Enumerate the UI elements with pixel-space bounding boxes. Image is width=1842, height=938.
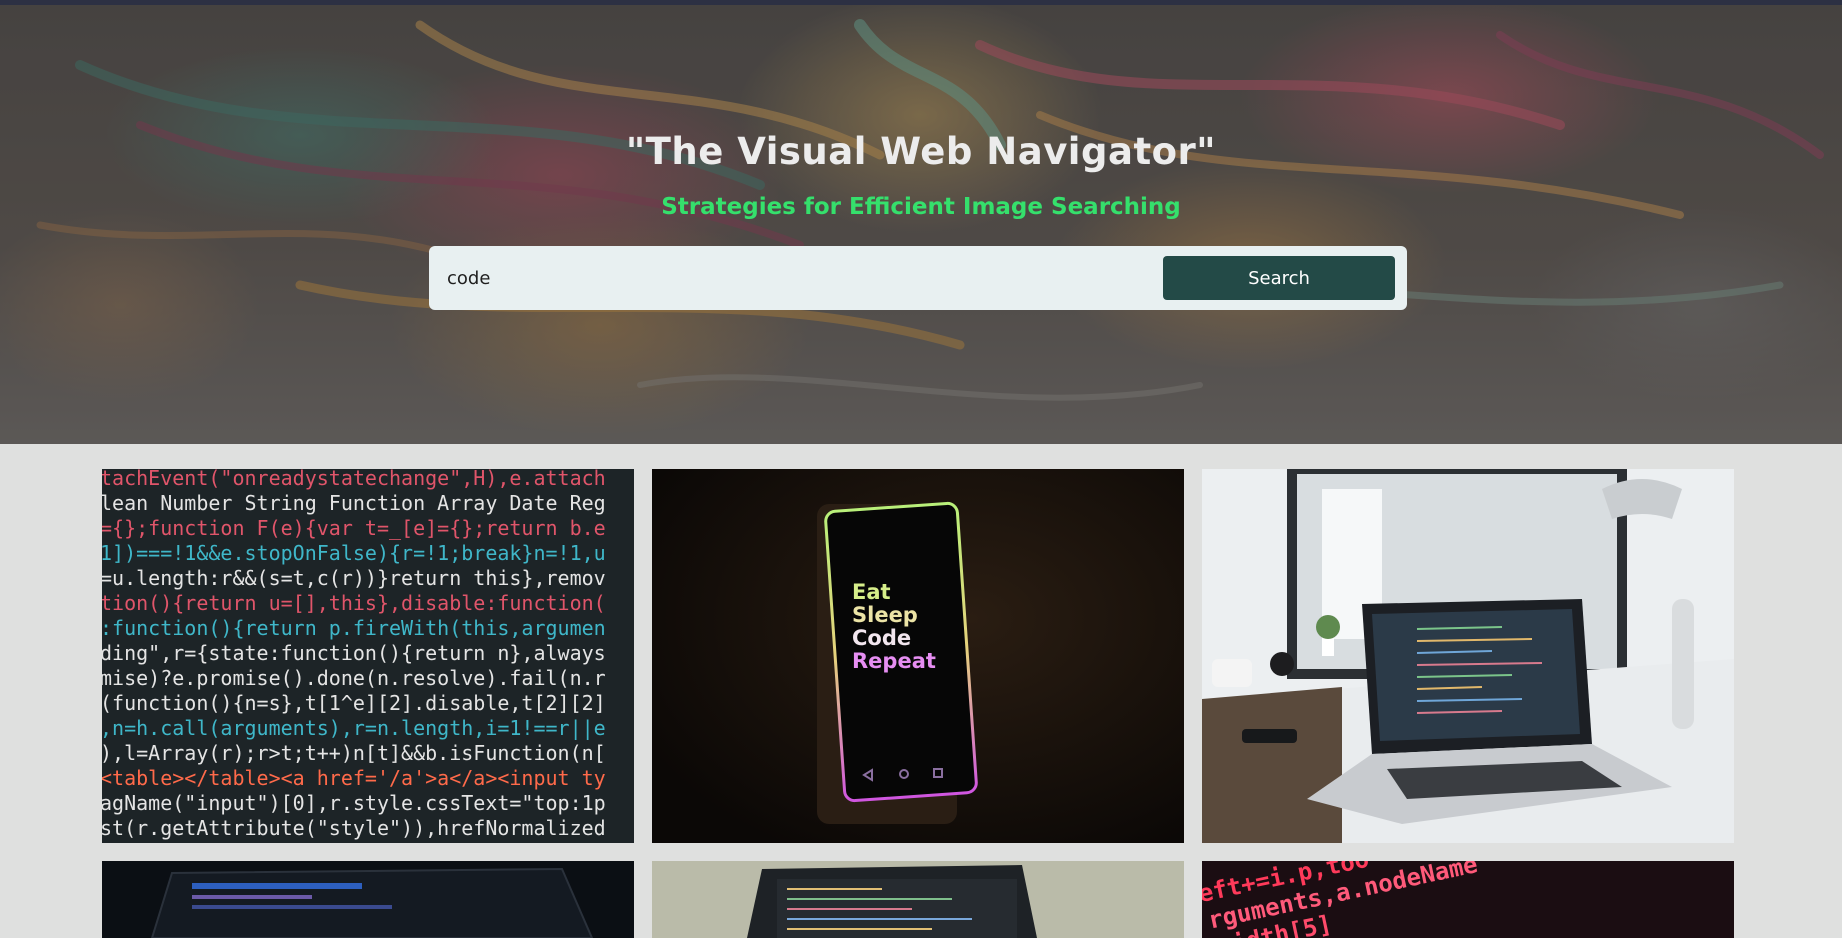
image-result-dark-laptop[interactable] bbox=[102, 861, 634, 938]
code-line: tion(){return u=[],this},disable:functio… bbox=[102, 591, 606, 615]
code-line: lean Number String Function Array Date R… bbox=[102, 491, 606, 515]
page-title: "The Visual Web Navigator" bbox=[625, 130, 1217, 173]
laptop-code-image bbox=[652, 861, 1184, 938]
code-line: ding",r={state:function(){return n},alwa… bbox=[102, 641, 606, 665]
code-line: ,n=h.call(arguments),r=n.length,i=1!==r|… bbox=[102, 716, 606, 740]
search-button[interactable]: Search bbox=[1163, 256, 1395, 300]
phone-text-line: Sleep bbox=[852, 603, 918, 627]
code-line: tachEvent("onreadystatechange",H),e.atta… bbox=[102, 469, 606, 490]
phone-text-line: Eat bbox=[852, 580, 891, 604]
dark-laptop-image bbox=[102, 861, 634, 938]
phone-text-line: Code bbox=[852, 626, 911, 650]
image-result-code-screen[interactable]: tachEvent("onreadystatechange",H),e.atta… bbox=[102, 469, 634, 843]
code-line: ={};function F(e){var t=_[e]={};return b… bbox=[102, 516, 606, 540]
code-line: ),l=Array(r);r>t;t++)n[t]&&b.isFunction(… bbox=[102, 741, 606, 765]
hero-overlay bbox=[0, 5, 1842, 444]
image-result-laptop-code[interactable] bbox=[652, 861, 1184, 938]
search-input[interactable] bbox=[447, 261, 1127, 295]
image-result-phone[interactable]: Eat Sleep Code Repeat bbox=[652, 469, 1184, 843]
code-line: (function(){n=s},t[1^e][2].disable,t[2][… bbox=[102, 691, 606, 715]
code-line: =u.length:r&&(s=t,c(r))}return this},rem… bbox=[102, 566, 606, 590]
search-form: Search bbox=[429, 246, 1407, 310]
image-result-red-code[interactable]: eft+=i.p,too rguments,a.nodeName width[5] bbox=[1202, 861, 1734, 938]
code-line: :function(){return p.fireWith(this,argum… bbox=[102, 616, 606, 640]
code-line: agName("input")[0],r.style.cssText="top:… bbox=[102, 791, 606, 815]
image-result-laptop-desk[interactable] bbox=[1202, 469, 1734, 843]
code-screen-image: tachEvent("onreadystatechange",H),e.atta… bbox=[102, 469, 634, 843]
code-line: st(r.getAttribute("style")),hrefNormaliz… bbox=[102, 816, 606, 840]
code-line: mise)?e.promise().done(n.resolve).fail(n… bbox=[102, 666, 606, 690]
page-subtitle: Strategies for Efficient Image Searching bbox=[661, 194, 1181, 220]
code-line: 1])===!1&&e.stopOnFalse){r=!1;break}n=!1… bbox=[102, 541, 606, 565]
phone-image: EatSleepCodeRepeat bbox=[652, 469, 1184, 843]
red-code-image: eft+=i.p,toorguments,a.nodeNamewidth[5] bbox=[1202, 861, 1734, 938]
laptop-desk-image bbox=[1202, 469, 1734, 843]
code-line: <table></table><a href='/a'>a</a><input … bbox=[102, 766, 606, 790]
hero-banner: "The Visual Web Navigator" Strategies fo… bbox=[0, 5, 1842, 444]
phone-text-line: Repeat bbox=[852, 649, 936, 673]
